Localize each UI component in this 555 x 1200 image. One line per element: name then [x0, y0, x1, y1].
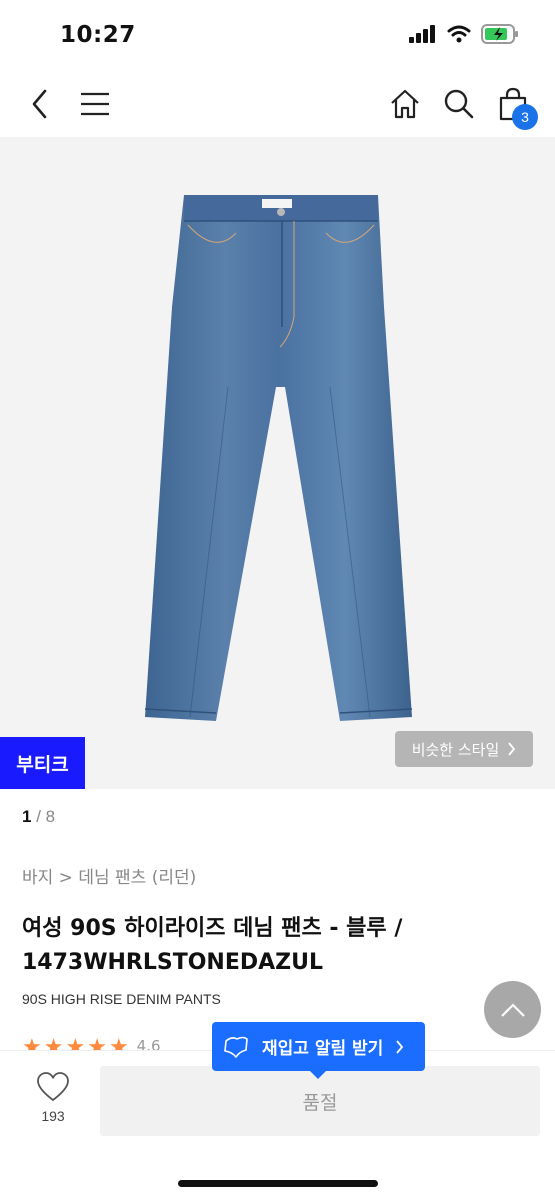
- chevron-up-icon: [500, 1002, 525, 1017]
- back-icon: [32, 89, 47, 119]
- cart-count-badge: 3: [512, 104, 538, 130]
- pager-separator: /: [31, 807, 46, 826]
- image-pager: 1 / 8: [22, 807, 55, 827]
- heart-icon: [37, 1072, 69, 1102]
- chevron-right-icon: [508, 742, 516, 756]
- battery-icon: [481, 24, 518, 44]
- similar-style-button[interactable]: 비슷한 스타일: [395, 731, 533, 767]
- wifi-icon: [447, 25, 471, 43]
- breadcrumb[interactable]: 바지 > 데님 팬츠 (리던): [22, 863, 196, 888]
- home-icon: [391, 89, 419, 119]
- product-subtitle: 90S HIGH RISE DENIM PANTS: [22, 991, 221, 1007]
- home-button[interactable]: [385, 84, 425, 124]
- scroll-to-top-button[interactable]: [484, 981, 541, 1038]
- product-title: 여성 90S 하이라이즈 데님 팬츠 - 블루 / 1473WHRLSTONED…: [22, 916, 403, 975]
- signal-icon: [409, 25, 435, 43]
- back-button[interactable]: [20, 84, 60, 124]
- pager-total: 8: [45, 807, 56, 826]
- wish-count: 193: [41, 1108, 65, 1124]
- menu-icon: [81, 92, 109, 116]
- similar-style-label: 비슷한 스타일: [411, 740, 500, 759]
- product-image[interactable]: [0, 137, 555, 789]
- top-nav: 3: [0, 72, 555, 136]
- product-page: 10:27 3 부티크 비슷한 스타일 1 / 8 바지 > 데님 팬츠 (리던…: [0, 0, 555, 1200]
- home-indicator: [178, 1180, 378, 1187]
- bell-icon: [224, 1036, 248, 1058]
- boutique-badge: 부티크: [0, 737, 85, 789]
- wishlist-button[interactable]: 193: [28, 1072, 78, 1124]
- menu-button[interactable]: [75, 84, 115, 124]
- status-icons: [409, 24, 519, 44]
- tooltip-tail: [310, 1071, 326, 1079]
- search-icon: [444, 89, 474, 119]
- restock-alert-button[interactable]: 재입고 알림 받기: [212, 1022, 425, 1079]
- status-bar: 10:27: [0, 0, 555, 72]
- status-time: 10:27: [60, 22, 136, 48]
- jeans-image: [144, 195, 413, 721]
- chevron-right-icon: [396, 1039, 404, 1054]
- restock-label: 재입고 알림 받기: [262, 1039, 384, 1059]
- search-button[interactable]: [439, 84, 479, 124]
